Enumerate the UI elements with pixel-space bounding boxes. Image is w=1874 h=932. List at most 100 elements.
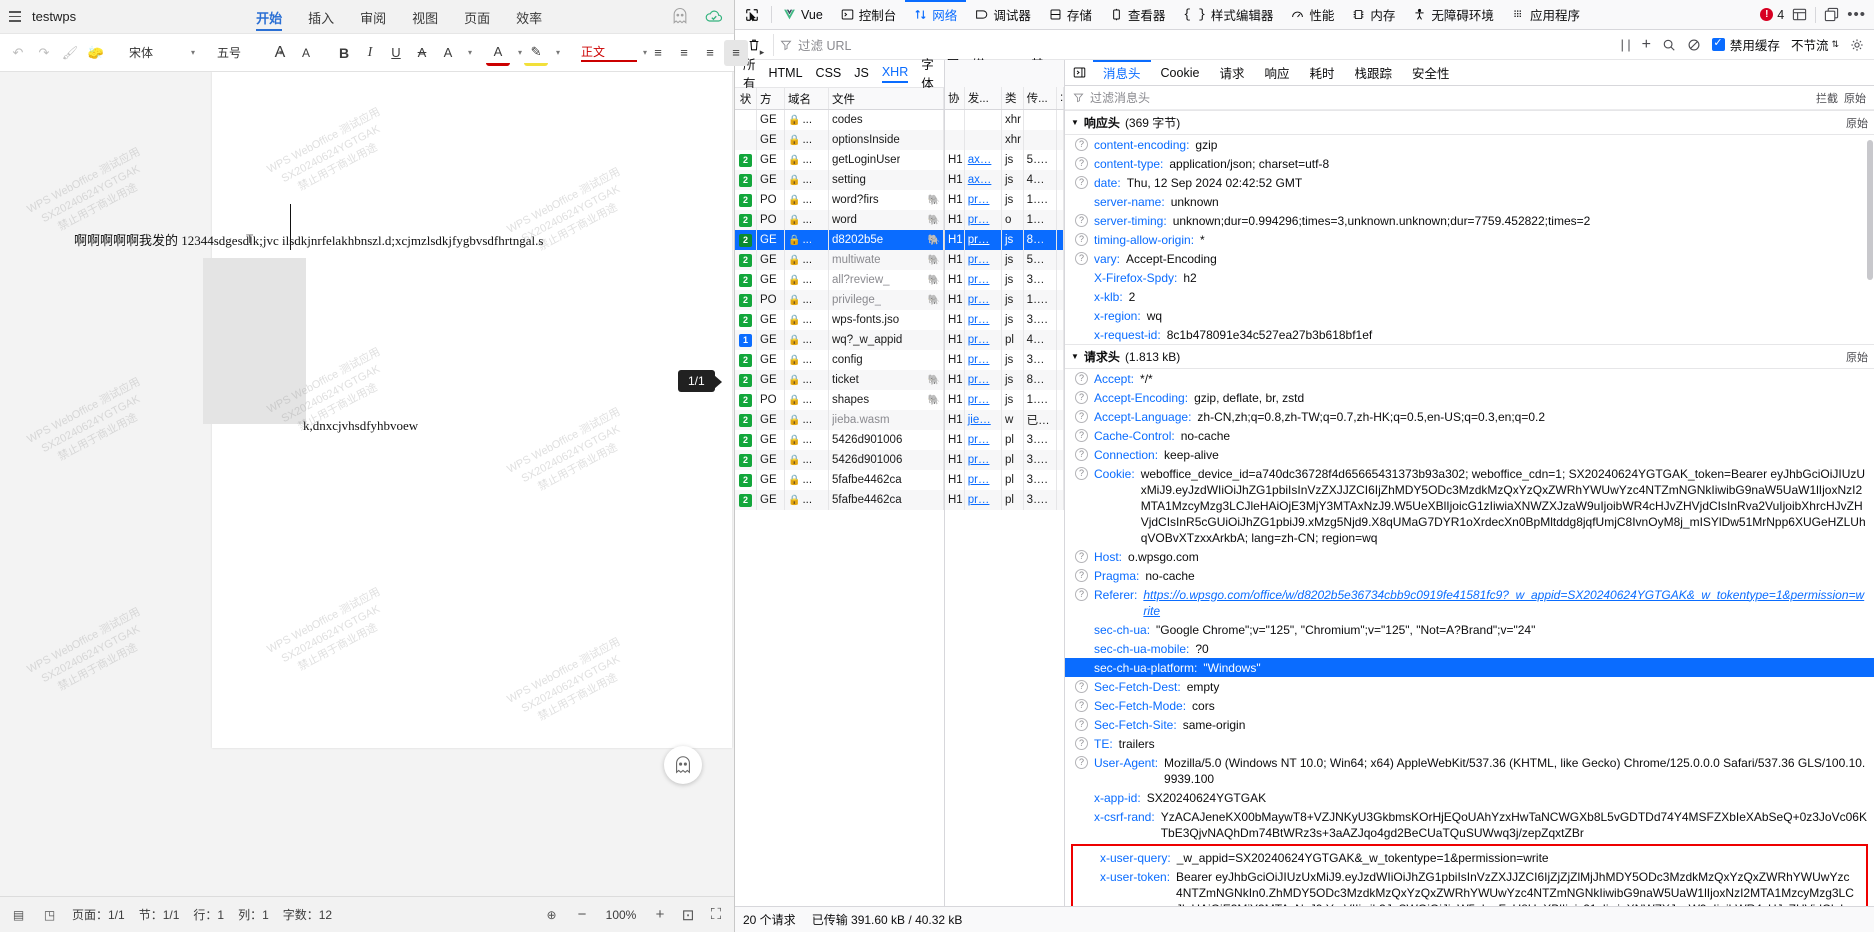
table-row[interactable]: 2 GE 🔒... wps-fonts.jso [735,310,944,330]
help-icon[interactable]: ? [1075,428,1088,442]
undo-button[interactable]: ↶ [6,40,30,66]
tab-network[interactable]: 网络 [905,0,967,29]
highlight-color-button[interactable]: ✎ [524,40,549,66]
table-row[interactable]: GE 🔒... optionsInside [735,130,944,150]
error-count-badge[interactable]: ! 4 [1760,8,1784,22]
help-icon[interactable]: ? [1075,213,1088,227]
help-icon[interactable]: ? [1075,717,1088,731]
align-right-button[interactable]: ≡ [698,40,722,66]
help-icon[interactable]: ? [1075,232,1088,246]
tab-memory[interactable]: 内存 [1343,0,1404,29]
table-row-extra[interactable]: H1 jie… w 已… [945,410,1065,430]
initiator-cell[interactable]: pr… [965,370,1002,390]
header-row[interactable]: ? User-Agent: Mozilla/5.0 (Windows NT 10.0… [1065,753,1874,788]
table-row-extra[interactable]: H1 pr… js 5… [945,250,1065,270]
initiator-cell[interactable]: pr… [965,190,1002,210]
chevron-down-icon[interactable]: ▾ [556,48,560,57]
header-row[interactable]: ?sec-ch-ua:"Google Chrome";v="125", "Chr… [1065,620,1874,639]
table-row[interactable]: 2 GE 🔒... 5fafbe4462ca [735,490,944,510]
details-tab-cookies[interactable]: Cookie [1151,60,1210,85]
tab-review[interactable]: 审阅 [360,8,386,33]
initiator-cell[interactable]: pr… [965,270,1002,290]
details-scrollbar[interactable] [1866,110,1874,906]
table-row[interactable]: 2 GE 🔒... 5426d901006 [735,430,944,450]
help-icon[interactable]: ? [1075,409,1088,423]
help-icon[interactable]: ? [1075,447,1088,461]
settings-gear-icon[interactable] [1850,38,1864,52]
column-header-transferred[interactable]: 传... [1024,87,1058,109]
header-row[interactable]: ?x-app-id:SX20240624YGTGAK [1065,788,1874,807]
scrollbar-thumb[interactable] [1867,140,1873,280]
headers-scroll-area[interactable]: ▼ 响应头 (369 字节) 原始 ? content-encoding: gzip… [1065,110,1874,906]
tab-vue[interactable]: Vue [774,0,832,29]
initiator-cell[interactable]: pr… [965,430,1002,450]
table-row[interactable]: 2 GE 🔒... d8202b5e 🐘 [735,230,944,250]
table-row[interactable]: 2 PO 🔒... privilege_ 🐘 [735,290,944,310]
document-canvas[interactable]: T 啊啊啊啊啊我发的 12344sdgesdlk;jvc ilsdkjnrfel… [0,72,734,896]
column-header-initiator[interactable]: 发... [965,87,1002,109]
tab-inspector[interactable]: 查看器 [1101,0,1175,29]
header-row[interactable]: ?x-user-token:Bearer eyJhbGciOiJIUzUxMiJ… [1077,867,1862,907]
header-row[interactable]: ?x-user-query:_w_appid=SX20240624YGTGAK&… [1077,848,1862,867]
initiator-cell[interactable] [965,130,1002,150]
raw-toggle-request[interactable]: 原始 [1846,349,1868,365]
tab-efficiency[interactable]: 效率 [516,8,542,33]
table-row[interactable]: 2 PO 🔒... word?firs 🐘 [735,190,944,210]
help-icon[interactable]: ? [1075,549,1088,563]
table-row-extra[interactable]: H1 pr… js 3… [945,350,1065,370]
header-row[interactable]: ? content-encoding: gzip [1065,135,1874,154]
details-tab-headers[interactable]: 消息头 [1093,60,1151,85]
toggle-sidebar-icon[interactable] [1065,60,1093,85]
details-tab-security[interactable]: 安全性 [1402,60,1460,85]
page-view-icon[interactable]: ▤ [10,906,27,923]
details-tab-stacktrace[interactable]: 栈跟踪 [1344,60,1402,85]
chevron-down-icon[interactable]: ▾ [468,48,472,57]
help-icon[interactable]: ? [1075,755,1088,769]
table-row-extra[interactable]: H1 pr… pl 3…. [945,450,1065,470]
table-row-extra[interactable]: H1 pr… js 3… [945,270,1065,290]
header-row[interactable]: ?X-Firefox-Spdy:h2 [1065,268,1874,287]
separate-window-icon[interactable] [1824,7,1839,22]
table-row-extra[interactable]: H1 pr… js 3…. [945,310,1065,330]
column-header-method[interactable]: 方 [757,88,785,109]
globe-icon[interactable]: ⊕ [543,906,560,923]
tab-insert[interactable]: 插入 [308,8,334,33]
type-filter-css[interactable]: CSS [816,66,842,82]
tab-page[interactable]: 页面 [464,8,490,33]
initiator-cell[interactable]: pr… [965,350,1002,370]
table-row[interactable]: 2 PO 🔒... shapes 🐘 [735,390,944,410]
text-effect-button[interactable]: A [436,40,460,66]
header-row[interactable]: ? Sec-Fetch-Site: same-origin [1065,715,1874,734]
align-justify-button[interactable]: ≡ [724,39,749,66]
strikethrough-button[interactable]: A [410,40,434,66]
header-row[interactable]: ? vary: Accept-Encoding [1065,249,1874,268]
header-row[interactable]: ? timing-allow-origin: * [1065,230,1874,249]
initiator-cell[interactable] [965,110,1002,130]
table-row-extra[interactable]: H1 ax… js 5…. [945,150,1065,170]
help-icon[interactable]: ? [1075,390,1088,404]
table-row[interactable]: 2 GE 🔒... all?review_ 🐘 [735,270,944,290]
help-icon[interactable]: ? [1075,587,1088,601]
chevron-down-icon[interactable]: ▾ [518,48,522,57]
table-row-extra[interactable]: H1 pr… pl 3…. [945,470,1065,490]
tab-console[interactable]: 控制台 [832,0,906,29]
assistant-ghost-icon[interactable] [670,6,690,26]
clear-format-icon[interactable]: 🧽 [84,40,108,66]
header-row[interactable]: ?server-name:unknown [1065,192,1874,211]
tab-style-editor[interactable]: { } 样式编辑器 [1174,0,1282,29]
raw-label-top[interactable]: 原始 [1844,90,1866,106]
header-row[interactable]: ?sec-ch-ua-platform:"Windows" [1065,658,1874,677]
fullscreen-icon[interactable]: ⛶ [708,906,724,923]
more-ribbon-icon[interactable]: ▸ [750,40,774,66]
raw-toggle-response[interactable]: 原始 [1846,115,1868,131]
table-row[interactable]: 2 GE 🔒... ticket 🐘 [735,370,944,390]
redo-button[interactable]: ↷ [32,40,56,66]
block-requests-icon[interactable] [1687,38,1701,52]
header-row[interactable]: ? Pragma: no-cache [1065,566,1874,585]
help-icon[interactable]: ? [1075,175,1088,189]
dock-layout-icon[interactable] [1792,7,1807,22]
header-row[interactable]: ? Connection: keep-alive [1065,445,1874,464]
element-picker-icon[interactable] [735,0,769,29]
table-row-extra[interactable]: H1 pr… js 8… [945,370,1065,390]
align-center-button[interactable]: ≡ [672,40,696,66]
